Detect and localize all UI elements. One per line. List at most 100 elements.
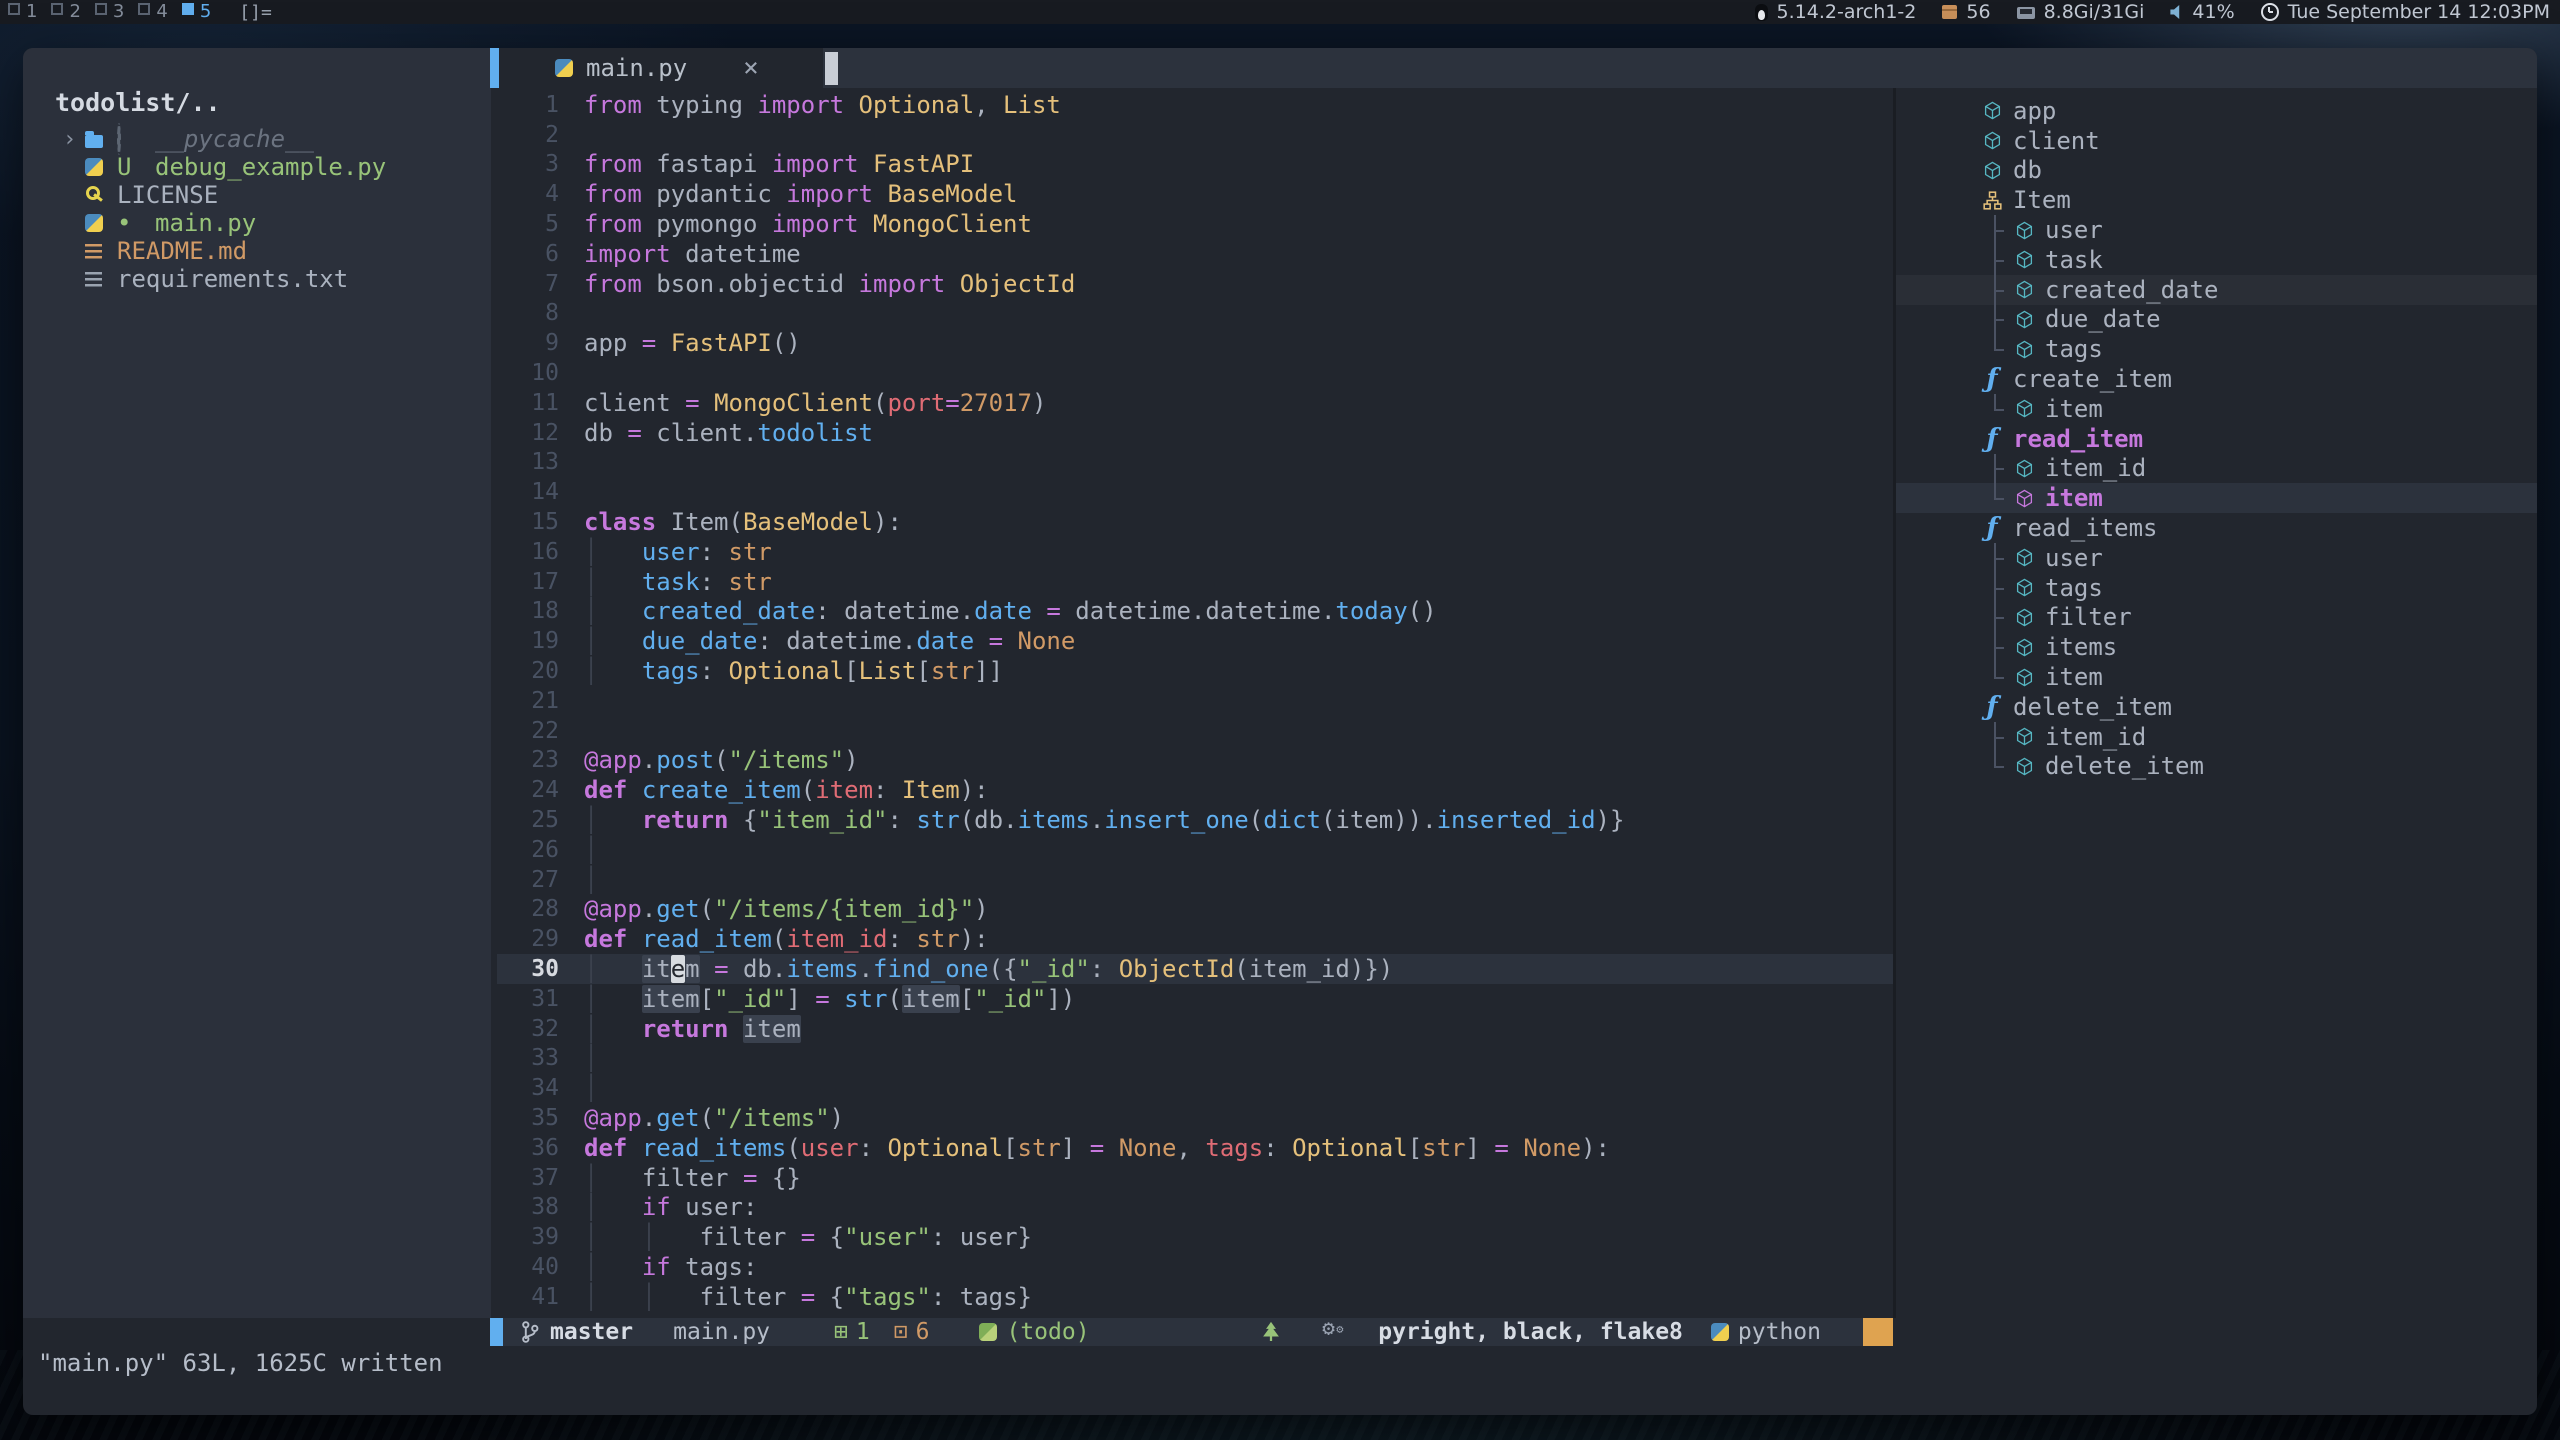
code-line-32[interactable]: 32│ return item [497,1014,1893,1044]
line-number: 26 [497,837,559,863]
symbol-user[interactable]: user [1896,215,2537,245]
code-line-39[interactable]: 39│ │ filter = {"user": user} [497,1222,1893,1252]
close-icon[interactable]: × [743,53,759,83]
code-line-21[interactable]: 21 [497,686,1893,716]
symbol-item[interactable]: item [1896,662,2537,692]
variable-cube-icon [2014,756,2034,776]
symbol-due_date[interactable]: due_date [1896,305,2537,335]
symbol-app[interactable]: app [1896,96,2537,126]
code-line-7[interactable]: 7from bson.objectid import ObjectId [497,269,1893,299]
code-line-11[interactable]: 11client = MongoClient(port=27017) [497,388,1893,418]
explorer-item-main.py[interactable]: •main.py [23,209,491,237]
code-line-35[interactable]: 35@app.get("/items") [497,1103,1893,1133]
code-line-40[interactable]: 40│ if tags: [497,1252,1893,1282]
code-line-37[interactable]: 37│ filter = {} [497,1163,1893,1193]
tree-connector [1986,305,2014,335]
symbol-label: create_item [2013,365,2172,393]
code-line-28[interactable]: 28@app.get("/items/{item_id}") [497,895,1893,925]
symbol-read_item[interactable]: ƒread_item [1896,424,2537,454]
workspace-1[interactable]: 1 [8,1,37,23]
code-line-22[interactable]: 22 [497,716,1893,746]
code-line-36[interactable]: 36def read_items(user: Optional[str] = N… [497,1133,1893,1163]
code-line-27[interactable]: 27│ [497,865,1893,895]
tab-main-py[interactable]: main.py × [499,48,823,88]
code-line-1[interactable]: 1from typing import Optional, List [497,90,1893,120]
symbol-item_id[interactable]: item_id [1896,454,2537,484]
code-line-25[interactable]: 25│ return {"item_id": str(db.items.inse… [497,805,1893,835]
symbol-task[interactable]: task [1896,245,2537,275]
symbol-db[interactable]: db [1896,156,2537,186]
code-line-24[interactable]: 24def create_item(item: Item): [497,775,1893,805]
tree-connector [1986,454,2014,484]
code-line-34[interactable]: 34│ [497,1073,1893,1103]
code-text: from pydantic import BaseModel [584,180,1018,208]
symbol-item[interactable]: item [1896,394,2537,424]
symbol-item[interactable]: item [1896,483,2537,513]
symbol-item_id[interactable]: item_id [1896,722,2537,752]
code-line-41[interactable]: 41│ │ filter = {"tags": tags} [497,1282,1893,1312]
file-name: README.md [117,237,247,265]
code-line-4[interactable]: 4from pydantic import BaseModel [497,179,1893,209]
code-line-16[interactable]: 16│ user: str [497,537,1893,567]
code-text: from typing import Optional, List [584,91,1061,119]
virtualenv-name: (todo) [1006,1319,1089,1345]
code-line-33[interactable]: 33│ [497,1044,1893,1074]
symbol-Item[interactable]: Item [1896,185,2537,215]
code-line-19[interactable]: 19│ due_date: datetime.date = None [497,626,1893,656]
code-line-14[interactable]: 14 [497,477,1893,507]
code-line-17[interactable]: 17│ task: str [497,567,1893,597]
symbol-label: task [2045,246,2103,274]
symbol-read_items[interactable]: ƒread_items [1896,513,2537,543]
workspace-5[interactable]: 5 [182,1,211,23]
workspace-2[interactable]: 2 [51,1,80,23]
symbol-tags[interactable]: tags [1896,334,2537,364]
code-line-5[interactable]: 5from pymongo import MongoClient [497,209,1893,239]
code-line-23[interactable]: 23@app.post("/items") [497,746,1893,776]
code-line-31[interactable]: 31│ item["_id"] = str(item["_id"]) [497,984,1893,1014]
code-line-8[interactable]: 8 [497,299,1893,329]
explorer-item-README.md[interactable]: README.md [23,237,491,265]
symbol-client[interactable]: client [1896,126,2537,156]
explorer-item-debug_example.py[interactable]: Udebug_example.py [23,153,491,181]
code-text: @app.get("/items/{item_id}") [584,895,989,923]
code-line-9[interactable]: 9app = FastAPI() [497,328,1893,358]
code-line-6[interactable]: 6import datetime [497,239,1893,269]
symbol-label: item [2045,663,2103,691]
code-line-13[interactable]: 13 [497,448,1893,478]
code-line-3[interactable]: 3from fastapi import FastAPI [497,150,1893,180]
statusline-end-block [1863,1318,1893,1346]
symbol-filter[interactable]: filter [1896,603,2537,633]
symbol-create_item[interactable]: ƒcreate_item [1896,364,2537,394]
explorer-item-LICENSE[interactable]: LICENSE [23,181,491,209]
code-line-38[interactable]: 38│ if user: [497,1192,1893,1222]
workspace-4[interactable]: 4 [138,1,167,23]
symbol-delete_item[interactable]: ƒdelete_item [1896,692,2537,722]
explorer-item-requirements.txt[interactable]: requirements.txt [23,265,491,293]
code-line-18[interactable]: 18│ created_date: datetime.date = dateti… [497,597,1893,627]
variable-cube-icon [2014,548,2034,568]
symbol-delete_item[interactable]: delete_item [1896,752,2537,782]
variable-cube-icon [1982,131,2002,151]
code-editor[interactable]: 1from typing import Optional, List23from… [497,88,1893,1318]
symbol-user[interactable]: user [1896,543,2537,573]
code-line-10[interactable]: 10 [497,358,1893,388]
symbol-items[interactable]: items [1896,632,2537,662]
code-line-2[interactable]: 2 [497,120,1893,150]
symbol-tags[interactable]: tags [1896,573,2537,603]
code-line-26[interactable]: 26│ [497,835,1893,865]
tree-connector [1986,752,2014,782]
symbol-created_date[interactable]: created_date [1896,275,2537,305]
code-line-20[interactable]: 20│ tags: Optional[List[str]] [497,656,1893,686]
explorer-item-__pycache__[interactable]: ›__pycache__ [23,125,491,153]
code-line-29[interactable]: 29def read_item(item_id: str): [497,924,1893,954]
code-line-30[interactable]: 30│ item = db.items.find_one({"_id": Obj… [497,954,1893,984]
tabline-accent-bar [490,48,499,88]
tree-connector [1986,603,2014,633]
code-line-12[interactable]: 12db = client.todolist [497,418,1893,448]
line-number: 20 [497,658,559,684]
workspace-3[interactable]: 3 [95,1,124,23]
diagnostics-count: 6 [916,1319,930,1345]
code-text: │ │ filter = {"user": user} [584,1223,1032,1251]
line-number: 23 [497,747,559,773]
code-line-15[interactable]: 15class Item(BaseModel): [497,507,1893,537]
